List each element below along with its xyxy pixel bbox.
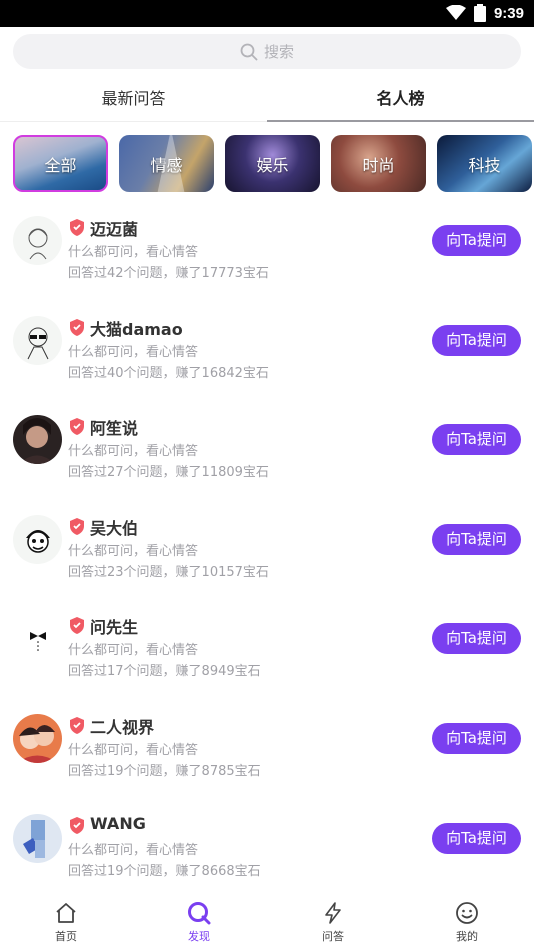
verified-shield-icon <box>70 219 84 236</box>
user-description: 什么都可问，看心情答 <box>68 245 199 260</box>
nav-mine[interactable]: 我的 <box>427 901 507 944</box>
tab-latest-qa[interactable]: 最新问答 <box>0 78 267 122</box>
user-name[interactable]: 吴大伯 <box>90 515 138 539</box>
ask-button[interactable]: 向Ta提问 <box>432 823 521 854</box>
avatar[interactable] <box>13 814 62 863</box>
ask-button[interactable]: 向Ta提问 <box>432 524 521 555</box>
category-fashion[interactable]: 时尚 <box>331 135 426 192</box>
user-stats: 回答过23个问题，赚了10157宝石 <box>68 565 269 580</box>
user-description: 什么都可问，看心情答 <box>68 743 199 758</box>
list-item: 迈迈菌 什么都可问，看心情答 回答过42个问题，赚了17773宝石 向Ta提问 <box>0 210 534 290</box>
user-description: 什么都可问，看心情答 <box>68 444 199 459</box>
user-stats: 回答过17个问题，赚了8949宝石 <box>68 664 261 679</box>
category-emotion[interactable]: 情感 <box>119 135 214 192</box>
user-name[interactable]: 大猫damao <box>90 316 183 340</box>
verified-shield-icon <box>70 418 84 435</box>
user-stats: 回答过19个问题，赚了8785宝石 <box>68 764 261 779</box>
ask-button[interactable]: 向Ta提问 <box>432 225 521 256</box>
avatar[interactable] <box>13 714 62 763</box>
discover-icon <box>188 902 211 925</box>
user-description: 什么都可问，看心情答 <box>68 345 199 360</box>
ask-button[interactable]: 向Ta提问 <box>432 325 521 356</box>
list-item: 问先生 什么都可问，看心情答 回答过17个问题，赚了8949宝石 向Ta提问 <box>0 608 534 688</box>
nav-qa[interactable]: 问答 <box>293 901 373 944</box>
avatar[interactable] <box>13 614 62 663</box>
home-icon <box>56 903 76 923</box>
user-name[interactable]: 二人视界 <box>90 714 154 738</box>
bottom-nav: 首页 发现 问答 我的 <box>0 893 534 949</box>
bow-tie-icon <box>29 631 46 651</box>
category-label: 全部 <box>44 155 77 175</box>
avatar-illustration-icon <box>17 725 58 763</box>
category-label: 娱乐 <box>256 155 289 175</box>
smiley-icon <box>456 902 478 924</box>
verified-shield-icon <box>70 717 84 734</box>
ask-button[interactable]: 向Ta提问 <box>432 424 521 455</box>
user-name[interactable]: 问先生 <box>90 614 138 638</box>
avatar-illustration-icon <box>28 228 47 259</box>
tab-bar: 最新问答 名人榜 <box>0 78 534 122</box>
verified-shield-icon <box>70 817 84 834</box>
search-placeholder: 搜索 <box>263 43 294 61</box>
user-stats: 回答过27个问题，赚了11809宝石 <box>68 465 269 480</box>
avatar[interactable] <box>13 515 62 564</box>
nav-label: 问答 <box>322 930 344 943</box>
list-item: WANG 什么都可问，看心情答 回答过19个问题，赚了8668宝石 向Ta提问 <box>0 808 534 888</box>
user-name[interactable]: 阿笙说 <box>90 415 138 439</box>
user-name[interactable]: 迈迈菌 <box>90 216 138 240</box>
status-time: 9:39 <box>493 4 524 22</box>
avatar-illustration-icon <box>27 327 48 359</box>
verified-shield-icon <box>70 319 84 336</box>
tab-active-indicator <box>267 120 534 122</box>
nav-label: 首页 <box>55 930 77 943</box>
nav-discover[interactable]: 发现 <box>159 901 239 944</box>
battery-icon <box>473 4 486 22</box>
user-name[interactable]: WANG <box>90 814 146 833</box>
search-icon <box>240 43 258 60</box>
avatar-photo-icon <box>19 418 55 464</box>
category-entertainment[interactable]: 娱乐 <box>225 135 320 192</box>
user-description: 什么都可问，看心情答 <box>68 843 199 858</box>
verified-shield-icon <box>70 617 84 634</box>
list-item: 阿笙说 什么都可问，看心情答 回答过27个问题，赚了11809宝石 向Ta提问 <box>0 409 534 489</box>
list-item: 大猫damao 什么都可问，看心情答 回答过40个问题，赚了16842宝石 向T… <box>0 310 534 390</box>
lightning-icon <box>325 902 341 924</box>
category-label: 科技 <box>468 155 501 175</box>
tab-celebrity-list[interactable]: 名人榜 <box>267 78 534 122</box>
user-stats: 回答过42个问题，赚了17773宝石 <box>68 266 269 281</box>
user-description: 什么都可问，看心情答 <box>68 643 199 658</box>
category-all[interactable]: 全部 <box>13 135 108 192</box>
list-item: 二人视界 什么都可问，看心情答 回答过19个问题，赚了8785宝石 向Ta提问 <box>0 708 534 788</box>
ask-button[interactable]: 向Ta提问 <box>432 723 521 754</box>
user-stats: 回答过19个问题，赚了8668宝石 <box>68 864 261 879</box>
category-label: 情感 <box>150 155 183 175</box>
user-stats: 回答过40个问题，赚了16842宝石 <box>68 366 269 381</box>
category-strip: 全部 情感 娱乐 时尚 科技 <box>13 135 534 193</box>
status-bar: 9:39 <box>0 0 534 27</box>
ask-button[interactable]: 向Ta提问 <box>432 623 521 654</box>
nav-label: 我的 <box>456 930 478 943</box>
category-label: 时尚 <box>362 155 395 175</box>
verified-shield-icon <box>70 518 84 535</box>
avatar-illustration-icon <box>25 529 50 553</box>
avatar[interactable] <box>13 415 62 464</box>
status-right: 9:39 <box>445 4 524 22</box>
nav-home[interactable]: 首页 <box>26 901 106 944</box>
wifi-icon <box>445 5 466 20</box>
list-item: 吴大伯 什么都可问，看心情答 回答过23个问题，赚了10157宝石 向Ta提问 <box>0 509 534 589</box>
avatar[interactable] <box>13 316 62 365</box>
search-input[interactable]: 搜索 <box>13 34 521 69</box>
user-description: 什么都可问，看心情答 <box>68 544 199 559</box>
category-tech[interactable]: 科技 <box>437 135 532 192</box>
avatar-illustration-icon <box>23 820 45 858</box>
nav-label: 发现 <box>188 930 210 943</box>
avatar[interactable] <box>13 216 62 265</box>
